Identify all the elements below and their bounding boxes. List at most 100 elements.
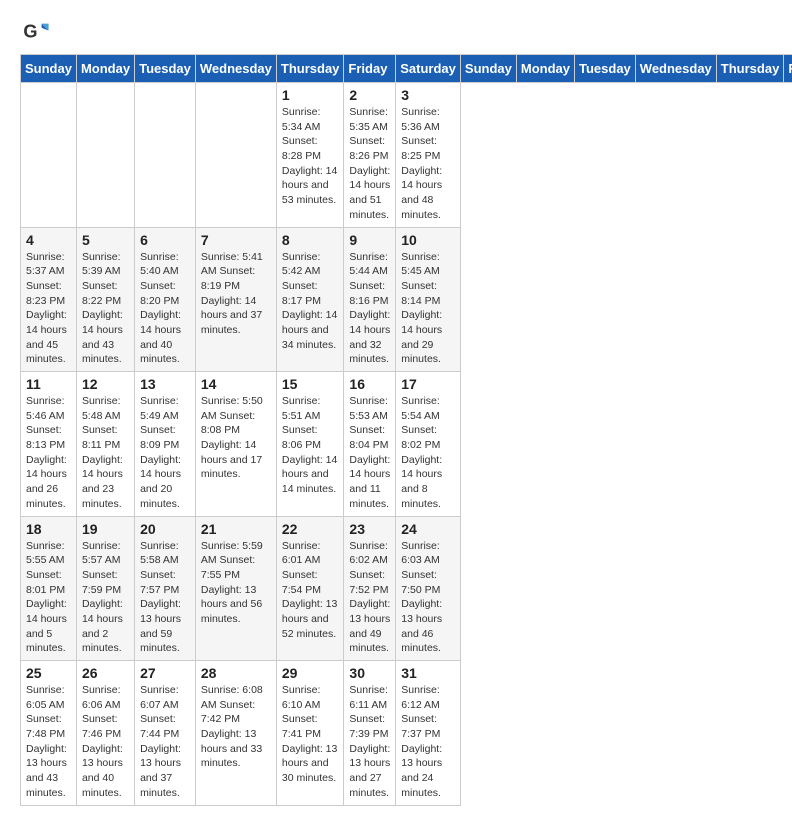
calendar-cell: 18 Sunrise: 5:55 AM Sunset: 8:01 PM Dayli… <box>21 516 77 661</box>
calendar-cell: 23Sunrise: 6:02 AM Sunset: 7:52 PM Dayli… <box>344 516 396 661</box>
day-of-week-header: Wednesday <box>635 55 716 83</box>
day-info: Sunrise: 5:46 AM Sunset: 8:13 PM Dayligh… <box>26 394 71 512</box>
day-of-week-header: Monday <box>516 55 574 83</box>
day-number: 24 <box>401 521 455 537</box>
day-of-week-header: Sunday <box>460 55 516 83</box>
day-info: Sunrise: 5:45 AM Sunset: 8:14 PM Dayligh… <box>401 250 455 368</box>
calendar-cell: 14Sunrise: 5:50 AM Sunset: 8:08 PM Dayli… <box>195 372 276 517</box>
day-info: Sunrise: 5:35 AM Sunset: 8:26 PM Dayligh… <box>349 105 390 223</box>
calendar-cell: 16Sunrise: 5:53 AM Sunset: 8:04 PM Dayli… <box>344 372 396 517</box>
day-number: 2 <box>349 87 390 103</box>
calendar-cell: 19Sunrise: 5:57 AM Sunset: 7:59 PM Dayli… <box>76 516 134 661</box>
day-number: 15 <box>282 376 339 392</box>
day-of-week-header: Thursday <box>276 55 344 83</box>
day-info: Sunrise: 5:39 AM Sunset: 8:22 PM Dayligh… <box>82 250 129 368</box>
day-info: Sunrise: 5:58 AM Sunset: 7:57 PM Dayligh… <box>140 539 190 657</box>
calendar-cell: 8 Sunrise: 5:42 AM Sunset: 8:17 PM Daylig… <box>276 227 344 372</box>
day-of-week-header: Tuesday <box>135 55 196 83</box>
day-of-week-header: Friday <box>784 55 792 83</box>
calendar-cell: 26Sunrise: 6:06 AM Sunset: 7:46 PM Dayli… <box>76 661 134 806</box>
calendar-cell: 12 Sunrise: 5:48 AM Sunset: 8:11 PM Dayli… <box>76 372 134 517</box>
day-number: 22 <box>282 521 339 537</box>
day-info: Sunrise: 6:11 AM Sunset: 7:39 PM Dayligh… <box>349 683 390 801</box>
day-info: Sunrise: 5:51 AM Sunset: 8:06 PM Dayligh… <box>282 394 339 497</box>
day-info: Sunrise: 6:01 AM Sunset: 7:54 PM Dayligh… <box>282 539 339 642</box>
calendar-cell: 22 Sunrise: 6:01 AM Sunset: 7:54 PM Dayli… <box>276 516 344 661</box>
day-info: Sunrise: 5:36 AM Sunset: 8:25 PM Dayligh… <box>401 105 455 223</box>
day-of-week-header: Friday <box>344 55 396 83</box>
day-number: 17 <box>401 376 455 392</box>
day-info: Sunrise: 6:07 AM Sunset: 7:44 PM Dayligh… <box>140 683 190 801</box>
day-number: 3 <box>401 87 455 103</box>
day-number: 29 <box>282 665 339 681</box>
calendar-cell: 4 Sunrise: 5:37 AM Sunset: 8:23 PM Daylig… <box>21 227 77 372</box>
logo-icon: G <box>22 18 50 46</box>
day-number: 25 <box>26 665 71 681</box>
day-info: Sunrise: 6:05 AM Sunset: 7:48 PM Dayligh… <box>26 683 71 801</box>
calendar-cell: 5 Sunrise: 5:39 AM Sunset: 8:22 PM Daylig… <box>76 227 134 372</box>
calendar-table: SundayMondayTuesdayWednesdayThursdayFrid… <box>20 54 792 806</box>
day-info: Sunrise: 6:12 AM Sunset: 7:37 PM Dayligh… <box>401 683 455 801</box>
day-info: Sunrise: 5:57 AM Sunset: 7:59 PM Dayligh… <box>82 539 129 657</box>
calendar-cell: 27 Sunrise: 6:07 AM Sunset: 7:44 PM Dayli… <box>135 661 196 806</box>
day-info: Sunrise: 5:34 AM Sunset: 8:28 PM Dayligh… <box>282 105 339 208</box>
calendar-cell: 6Sunrise: 5:40 AM Sunset: 8:20 PM Daylig… <box>135 227 196 372</box>
day-info: Sunrise: 5:53 AM Sunset: 8:04 PM Dayligh… <box>349 394 390 512</box>
day-of-week-header: Sunday <box>21 55 77 83</box>
day-number: 23 <box>349 521 390 537</box>
day-info: Sunrise: 5:41 AM Sunset: 8:19 PM Dayligh… <box>201 250 271 338</box>
page-header: G <box>20 10 772 46</box>
calendar-cell: 2 Sunrise: 5:35 AM Sunset: 8:26 PM Daylig… <box>344 83 396 228</box>
day-number: 18 <box>26 521 71 537</box>
calendar-cell: 31Sunrise: 6:12 AM Sunset: 7:37 PM Dayli… <box>396 661 461 806</box>
day-number: 13 <box>140 376 190 392</box>
day-number: 1 <box>282 87 339 103</box>
day-number: 9 <box>349 232 390 248</box>
day-info: Sunrise: 5:42 AM Sunset: 8:17 PM Dayligh… <box>282 250 339 353</box>
day-info: Sunrise: 5:37 AM Sunset: 8:23 PM Dayligh… <box>26 250 71 368</box>
svg-text:G: G <box>23 22 37 42</box>
calendar-cell <box>135 83 196 228</box>
day-number: 6 <box>140 232 190 248</box>
calendar-week-row: 25 Sunrise: 6:05 AM Sunset: 7:48 PM Dayli… <box>21 661 792 806</box>
day-info: Sunrise: 5:49 AM Sunset: 8:09 PM Dayligh… <box>140 394 190 512</box>
day-number: 28 <box>201 665 271 681</box>
day-number: 8 <box>282 232 339 248</box>
day-number: 10 <box>401 232 455 248</box>
calendar-cell: 30 Sunrise: 6:11 AM Sunset: 7:39 PM Dayli… <box>344 661 396 806</box>
calendar-cell: 10 Sunrise: 5:45 AM Sunset: 8:14 PM Dayli… <box>396 227 461 372</box>
day-info: Sunrise: 5:55 AM Sunset: 8:01 PM Dayligh… <box>26 539 71 657</box>
day-of-week-header: Thursday <box>716 55 784 83</box>
calendar-cell <box>76 83 134 228</box>
calendar-cell: 13 Sunrise: 5:49 AM Sunset: 8:09 PM Dayli… <box>135 372 196 517</box>
calendar-cell: 1 Sunrise: 5:34 AM Sunset: 8:28 PM Daylig… <box>276 83 344 228</box>
calendar-cell: 7 Sunrise: 5:41 AM Sunset: 8:19 PM Daylig… <box>195 227 276 372</box>
calendar-week-row: 1 Sunrise: 5:34 AM Sunset: 8:28 PM Daylig… <box>21 83 792 228</box>
day-number: 30 <box>349 665 390 681</box>
day-number: 12 <box>82 376 129 392</box>
calendar-cell: 28 Sunrise: 6:08 AM Sunset: 7:42 PM Dayli… <box>195 661 276 806</box>
calendar-cell: 25 Sunrise: 6:05 AM Sunset: 7:48 PM Dayli… <box>21 661 77 806</box>
day-info: Sunrise: 5:44 AM Sunset: 8:16 PM Dayligh… <box>349 250 390 368</box>
day-number: 7 <box>201 232 271 248</box>
calendar-cell: 20 Sunrise: 5:58 AM Sunset: 7:57 PM Dayli… <box>135 516 196 661</box>
calendar-cell <box>21 83 77 228</box>
calendar-cell: 29Sunrise: 6:10 AM Sunset: 7:41 PM Dayli… <box>276 661 344 806</box>
day-number: 27 <box>140 665 190 681</box>
day-number: 11 <box>26 376 71 392</box>
day-number: 4 <box>26 232 71 248</box>
day-info: Sunrise: 6:06 AM Sunset: 7:46 PM Dayligh… <box>82 683 129 801</box>
day-info: Sunrise: 5:48 AM Sunset: 8:11 PM Dayligh… <box>82 394 129 512</box>
day-of-week-header: Monday <box>76 55 134 83</box>
calendar-cell: 9 Sunrise: 5:44 AM Sunset: 8:16 PM Daylig… <box>344 227 396 372</box>
calendar-header-row: SundayMondayTuesdayWednesdayThursdayFrid… <box>21 55 792 83</box>
day-info: Sunrise: 6:03 AM Sunset: 7:50 PM Dayligh… <box>401 539 455 657</box>
day-number: 5 <box>82 232 129 248</box>
calendar-cell: 24 Sunrise: 6:03 AM Sunset: 7:50 PM Dayli… <box>396 516 461 661</box>
day-number: 21 <box>201 521 271 537</box>
day-info: Sunrise: 6:08 AM Sunset: 7:42 PM Dayligh… <box>201 683 271 771</box>
day-info: Sunrise: 5:54 AM Sunset: 8:02 PM Dayligh… <box>401 394 455 512</box>
day-number: 20 <box>140 521 190 537</box>
calendar-cell: 17 Sunrise: 5:54 AM Sunset: 8:02 PM Dayli… <box>396 372 461 517</box>
calendar-week-row: 4 Sunrise: 5:37 AM Sunset: 8:23 PM Daylig… <box>21 227 792 372</box>
